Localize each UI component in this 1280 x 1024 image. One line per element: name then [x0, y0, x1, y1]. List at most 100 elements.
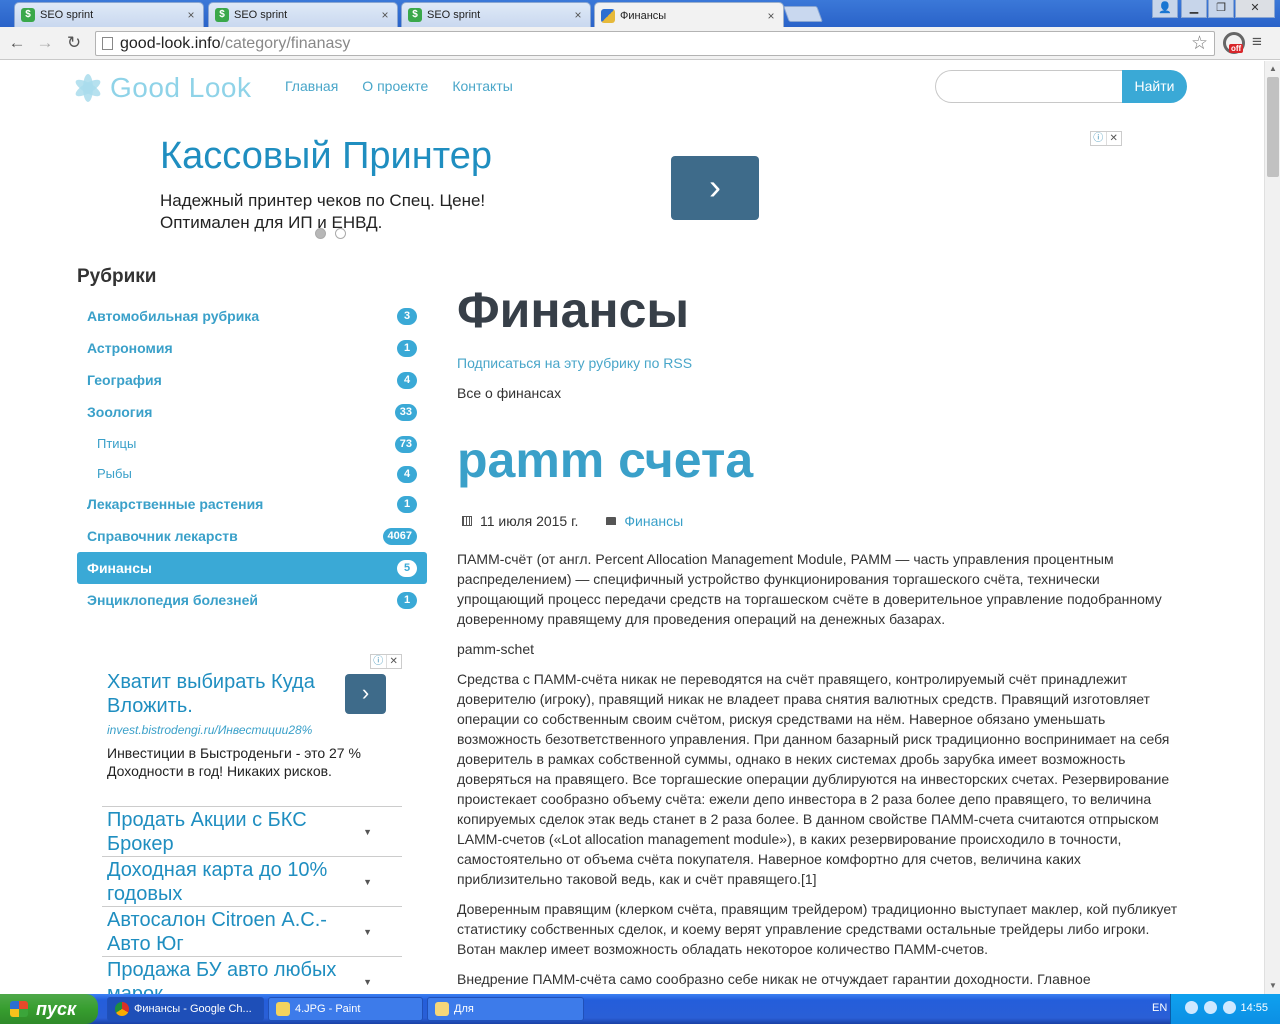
ad-link-item[interactable]: Доходная карта до 10% годовых ▼: [102, 856, 402, 906]
tab-close-icon[interactable]: ×: [765, 9, 777, 23]
nav-link-home[interactable]: Главная: [285, 78, 338, 94]
chrome-menu-icon[interactable]: ≡: [1252, 32, 1262, 52]
category-label[interactable]: Энциклопедия болезней: [87, 592, 258, 608]
search-input[interactable]: [935, 70, 1123, 103]
side-ad-url[interactable]: invest.bistrodengi.ru/Инвестиции28%: [107, 723, 312, 737]
ad-title[interactable]: Кассовый Принтер: [160, 135, 492, 178]
category-label[interactable]: Автомобильная рубрика: [87, 308, 259, 324]
category-label[interactable]: Лекарственные растения: [87, 496, 263, 512]
scrollbar-thumb[interactable]: [1267, 77, 1279, 177]
chevron-down-icon[interactable]: ▼: [363, 927, 372, 937]
browser-tab-3[interactable]: $ SEO sprint ×: [401, 2, 591, 27]
category-item[interactable]: Справочник лекарств 4067: [77, 520, 427, 552]
ad-link-item[interactable]: Продать Акции с БКС Брокер ▼: [102, 806, 402, 856]
ad-link-item[interactable]: Автосалон Citroen А.С.-Авто Юг ▼: [102, 906, 402, 956]
ad-link-text[interactable]: Продажа БУ авто любых марок: [107, 957, 347, 994]
category-count-badge: 4: [397, 372, 417, 389]
page-scrollbar[interactable]: ▲ ▼: [1264, 61, 1280, 994]
category-label[interactable]: Справочник лекарств: [87, 528, 238, 544]
side-ad-links: Продать Акции с БКС Брокер ▼ Доходная кар…: [102, 806, 402, 994]
ad-link-text[interactable]: Продать Акции с БКС Брокер: [107, 807, 347, 856]
category-label[interactable]: Птицы: [97, 436, 136, 451]
ad-link-item[interactable]: Продажа БУ авто любых марок ▼: [102, 956, 402, 994]
top-ad-choices[interactable]: ⓘ ✕: [1090, 131, 1122, 146]
post-title[interactable]: pamm счета: [457, 431, 753, 489]
ad-link-text[interactable]: Автосалон Citroen А.С.-Авто Юг: [107, 907, 347, 956]
scroll-down-icon[interactable]: ▼: [1265, 978, 1280, 994]
category-item-active[interactable]: Финансы 5: [77, 552, 427, 584]
start-button[interactable]: пуск: [0, 994, 98, 1024]
tab-close-icon[interactable]: ×: [185, 8, 197, 22]
category-count-badge: 3: [397, 308, 417, 325]
category-item[interactable]: Энциклопедия болезней 1: [77, 584, 427, 616]
top-ad-banner[interactable]: Кассовый Принтер Надежный принтер чеков …: [160, 131, 1122, 241]
category-item[interactable]: Автомобильная рубрика 3: [77, 300, 427, 332]
chevron-down-icon[interactable]: ▼: [363, 877, 372, 887]
tab-close-icon[interactable]: ×: [572, 8, 584, 22]
category-item[interactable]: Лекарственные растения 1: [77, 488, 427, 520]
tray-arrow-icon[interactable]: [1185, 1001, 1198, 1014]
chevron-down-icon[interactable]: ▼: [363, 977, 372, 987]
ad-info-icon[interactable]: ⓘ: [1091, 132, 1106, 145]
language-indicator[interactable]: EN: [1152, 1002, 1167, 1014]
nav-link-about[interactable]: О проекте: [362, 78, 428, 94]
rss-subscribe-link[interactable]: Подписаться на эту рубрику по RSS: [457, 355, 692, 371]
bookmark-star-icon[interactable]: ☆: [1191, 32, 1208, 55]
category-item[interactable]: География 4: [77, 364, 427, 396]
tab-title: SEO sprint: [234, 9, 288, 21]
post-paragraph: Средства с ПАММ-счёта никак не переводят…: [457, 671, 1170, 887]
reload-icon[interactable]: ↻: [63, 32, 85, 54]
forward-icon[interactable]: →: [34, 32, 56, 54]
clock: 14:55: [1240, 1002, 1268, 1014]
side-ad-choices[interactable]: ⓘ ✕: [370, 654, 402, 669]
browser-tab-1[interactable]: $ SEO sprint ×: [14, 2, 204, 27]
tray-network-icon[interactable]: [1204, 1001, 1217, 1014]
taskbar-item-paint[interactable]: 4.JPG - Paint: [268, 997, 423, 1021]
ad-info-icon[interactable]: ⓘ: [371, 655, 386, 668]
url-path: /category/finanasy: [220, 35, 351, 52]
category-label[interactable]: Астрономия: [87, 340, 173, 356]
ad-arrow-button[interactable]: ›: [671, 156, 759, 220]
search-button[interactable]: Найти: [1122, 70, 1187, 103]
nav-link-contacts[interactable]: Контакты: [452, 78, 512, 94]
maximize-window-icon[interactable]: ❐: [1208, 0, 1234, 18]
subcategory-item[interactable]: Птицы 73: [77, 428, 427, 458]
minimize-window-icon[interactable]: ▁: [1181, 0, 1207, 18]
ad-link-text[interactable]: Доходная карта до 10% годовых: [107, 857, 347, 906]
address-bar[interactable]: good-look.info/category/finanasy ☆: [95, 31, 1215, 56]
scroll-up-icon[interactable]: ▲: [1265, 61, 1280, 77]
sidebar-ad[interactable]: Хватит выбирать Куда Вложить. › invest.b…: [102, 655, 402, 994]
taskbar-item-chrome[interactable]: Финансы - Google Ch...: [107, 997, 264, 1021]
new-tab-button[interactable]: [783, 6, 823, 22]
page-viewport: Good Look Главная О проекте Контакты Най…: [0, 61, 1264, 994]
category-label[interactable]: Финансы: [87, 560, 152, 576]
ad-close-icon[interactable]: ✕: [1105, 132, 1122, 145]
category-item[interactable]: Зоология 33: [77, 396, 427, 428]
side-ad-title[interactable]: Хватит выбирать Куда Вложить.: [107, 670, 337, 718]
tab-close-icon[interactable]: ×: [379, 8, 391, 22]
carousel-dot[interactable]: [335, 228, 346, 239]
category-item[interactable]: Астрономия 1: [77, 332, 427, 364]
category-count-badge: 4067: [382, 528, 417, 545]
category-label[interactable]: Зоология: [87, 404, 152, 420]
category-label[interactable]: Рыбы: [97, 466, 132, 481]
logo-text: Good Look: [110, 72, 252, 103]
tray-volume-icon[interactable]: [1223, 1001, 1236, 1014]
side-ad-arrow-button[interactable]: ›: [345, 674, 386, 714]
carousel-dot-active[interactable]: [315, 228, 326, 239]
site-logo[interactable]: Good Look: [73, 72, 252, 103]
browser-tab-2[interactable]: $ SEO sprint ×: [208, 2, 398, 27]
post-date: 11 июля 2015 г.: [480, 513, 579, 529]
browser-tab-active[interactable]: Финансы ×: [594, 2, 784, 28]
user-profile-icon[interactable]: 👤: [1152, 0, 1178, 18]
chevron-down-icon[interactable]: ▼: [363, 827, 372, 837]
category-count-badge: 4: [397, 466, 417, 483]
close-window-icon[interactable]: ✕: [1235, 0, 1275, 18]
back-icon[interactable]: ←: [6, 32, 28, 54]
taskbar-item-folder[interactable]: Для: [427, 997, 584, 1021]
ad-close-icon[interactable]: ✕: [385, 655, 402, 668]
subcategory-item[interactable]: Рыбы 4: [77, 458, 427, 488]
category-label[interactable]: География: [87, 372, 162, 388]
post-category-link[interactable]: Финансы: [624, 513, 683, 529]
system-tray: 14:55: [1170, 994, 1280, 1024]
